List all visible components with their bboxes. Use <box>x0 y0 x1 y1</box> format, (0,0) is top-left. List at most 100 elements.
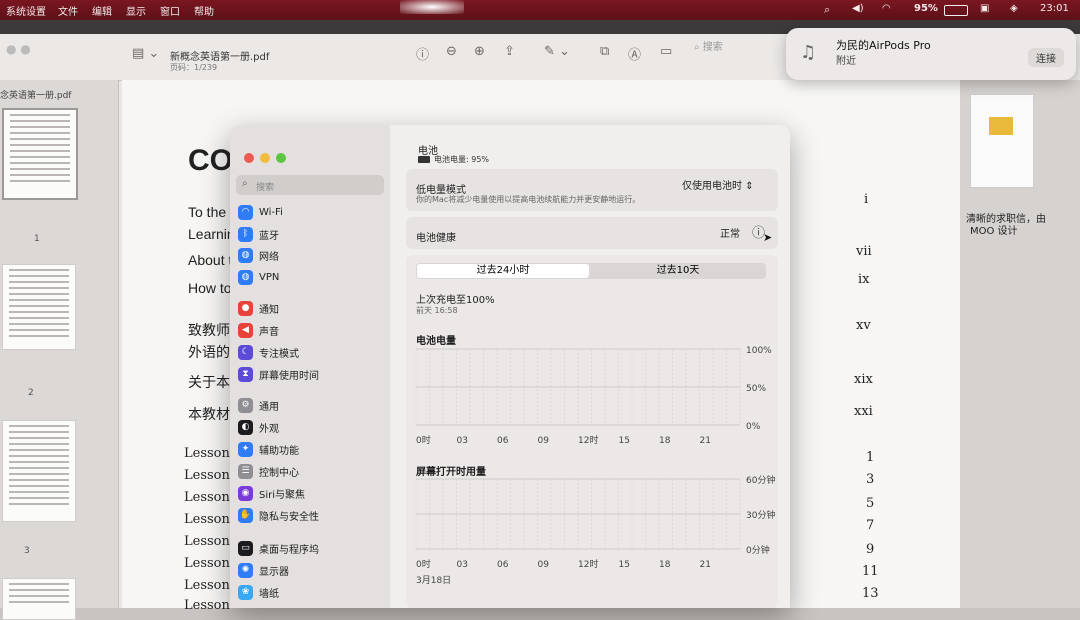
screen-glare <box>400 0 464 14</box>
doc-line: About t <box>188 252 233 268</box>
page-thumbnail-2[interactable] <box>2 264 76 350</box>
sidebar-item-dock[interactable]: ▭ 桌面与程序坞 <box>238 539 319 557</box>
sidebar-item-label: Wi-Fi <box>259 206 283 218</box>
x-tick-label: 0时 <box>416 434 431 446</box>
mouse-cursor-icon: ➤ <box>763 231 773 244</box>
doc-line: 本教材 <box>188 407 230 423</box>
moon-icon: ☾ <box>238 344 253 360</box>
sidebar-toggle-icon[interactable]: ▤ ⌄ <box>132 46 159 61</box>
tab-last-24-hours[interactable]: 过去24小时 <box>417 264 589 278</box>
preview-search-field[interactable]: ⌕ 搜索 <box>694 38 723 53</box>
battery-health-value: 正常 <box>720 229 740 240</box>
doc-line: 致教师 <box>188 323 230 339</box>
sidebar-item-display[interactable]: ✺ 显示器 <box>238 561 289 579</box>
page-thumbnail-4[interactable] <box>2 578 76 620</box>
low-power-select[interactable]: 仅使用电池时 ⇕ <box>682 177 754 192</box>
zoom-out-icon[interactable]: ⊖ <box>446 44 457 59</box>
wifi-status-icon[interactable]: ◠ <box>882 3 891 14</box>
hourglass-icon: ⧗ <box>238 366 253 382</box>
form-icon[interactable]: ▭ <box>660 44 672 59</box>
sidebar-item-bell[interactable]: ● 通知 <box>238 299 279 317</box>
x-tick-label: 18 <box>659 436 671 446</box>
y-tick-label: 0分钟 <box>746 544 770 556</box>
share-icon[interactable]: ⇪ <box>504 44 515 59</box>
wifi-icon: ◠ <box>238 204 253 220</box>
airpods-notification[interactable]: ♫ 为民的AirPods Pro 附近 连接 <box>786 28 1076 80</box>
doc-line: To the <box>188 204 227 220</box>
sidebar-item-label: 显示器 <box>259 566 289 578</box>
sidebar-item-gear[interactable]: ⚙ 通用 <box>238 396 279 414</box>
menu-window[interactable]: 窗口 <box>160 3 180 18</box>
sidebar-item-wifi[interactable]: ◠ Wi-Fi <box>238 203 283 221</box>
sidebar-item-control-center[interactable]: ☰ 控制中心 <box>238 462 299 480</box>
toc-page-number: xv <box>856 318 871 333</box>
status-icon-2[interactable]: ◈ <box>1010 3 1018 14</box>
menu-edit[interactable]: 编辑 <box>92 3 112 18</box>
search-icon: ⌕ <box>242 178 248 189</box>
globe-icon: ◍ <box>238 247 253 263</box>
right-background-panel: 清晰的求职信，由 MOO 设计 <box>960 80 1080 608</box>
markup-icon[interactable]: ✎ ⌄ <box>544 44 570 59</box>
page-thumbnail-3[interactable] <box>2 420 76 522</box>
sidebar-item-vpn[interactable]: ◍ VPN <box>238 268 279 286</box>
sidebar-item-globe[interactable]: ◍ 网络 <box>238 246 279 264</box>
low-power-card: 低电量模式 你的Mac将减少电量使用以提高电池续航能力并更安静地运行。 仅使用电… <box>406 169 778 211</box>
tab-last-10-days[interactable]: 过去10天 <box>592 264 764 278</box>
preview-search-placeholder: 搜索 <box>702 42 723 53</box>
sidebar-item-appearance[interactable]: ◐ 外观 <box>238 418 279 436</box>
sidebar-item-bluetooth[interactable]: ᛒ 蓝牙 <box>238 225 279 243</box>
sidebar-item-label: 声音 <box>259 326 279 338</box>
menu-view[interactable]: 显示 <box>126 3 146 18</box>
card-image <box>989 117 1013 135</box>
sidebar-item-accessibility[interactable]: ✦ 辅助功能 <box>238 440 299 458</box>
sidebar-item-label: 专注模式 <box>259 348 299 360</box>
x-tick-label: 15 <box>619 436 630 446</box>
sidebar-item-speaker[interactable]: ◀ 声音 <box>238 321 279 339</box>
info-icon[interactable]: ⓘ <box>416 44 429 63</box>
accessibility-icon: ✦ <box>238 441 253 457</box>
y-tick-label: 30分钟 <box>746 509 775 521</box>
battery-icon[interactable] <box>944 5 968 16</box>
sidebar-item-label: 网络 <box>259 251 279 263</box>
chart-date-label: 3月18日 <box>416 575 451 586</box>
sidebar-item-wallpaper[interactable]: ❀ 墙纸 <box>238 583 279 601</box>
minimize-button[interactable] <box>260 153 270 163</box>
sidebar-item-hand[interactable]: ✋ 隐私与安全性 <box>238 506 319 524</box>
window-controls-icon[interactable]: ● ● <box>6 42 31 56</box>
airpods-icon: ♫ <box>800 42 817 63</box>
x-tick-label: 21 <box>700 436 711 446</box>
x-tick-label: 09 <box>538 560 550 570</box>
rotate-icon[interactable]: ⧉ <box>600 44 609 59</box>
clock[interactable]: 23:01 <box>1040 3 1069 14</box>
x-tick-label: 03 <box>457 436 468 446</box>
spotlight-icon[interactable]: ⌕ <box>824 3 830 17</box>
sidebar-item-label: 桌面与程序坞 <box>259 544 319 556</box>
close-button[interactable] <box>244 153 254 163</box>
annotate-icon[interactable]: Ⓐ <box>628 44 641 63</box>
lesson-line: Lesson <box>184 468 230 483</box>
menu-file[interactable]: 文件 <box>58 3 78 18</box>
connect-button[interactable]: 连接 <box>1028 48 1064 67</box>
settings-search-input[interactable]: ⌕ 搜索 <box>236 175 384 195</box>
zoom-in-icon[interactable]: ⊕ <box>474 44 485 59</box>
volume-icon[interactable]: ◀) <box>852 3 864 14</box>
document-preview-card[interactable] <box>970 94 1034 188</box>
display-icon: ✺ <box>238 562 253 578</box>
menu-help[interactable]: 帮助 <box>194 3 214 18</box>
battery-percent[interactable]: 95% <box>914 3 938 14</box>
sidebar-item-moon[interactable]: ☾ 专注模式 <box>238 343 299 361</box>
sidebar-item-label: 控制中心 <box>259 467 299 479</box>
toc-page-number: vii <box>856 244 872 259</box>
status-icon-1[interactable]: ▣ <box>980 3 989 14</box>
zoom-button[interactable] <box>276 153 286 163</box>
page-thumbnail-1[interactable] <box>2 108 78 200</box>
menu-app-name[interactable]: 系统设置 <box>6 3 46 18</box>
battery-health-label: 电池健康 <box>416 233 456 244</box>
sidebar-document-title: 念英语第一册.pdf <box>0 91 72 101</box>
sidebar-item-hourglass[interactable]: ⧗ 屏幕使用时间 <box>238 365 319 383</box>
low-power-description: 你的Mac将减少电量使用以提高电池续航能力并更安静地运行。 <box>416 195 641 204</box>
pane-subtitle: 电池电量: 95% <box>434 155 490 164</box>
x-tick-label: 03 <box>457 560 468 570</box>
sidebar-item-label: 外观 <box>259 423 279 435</box>
sidebar-item-siri[interactable]: ◉ Siri与聚焦 <box>238 484 305 502</box>
